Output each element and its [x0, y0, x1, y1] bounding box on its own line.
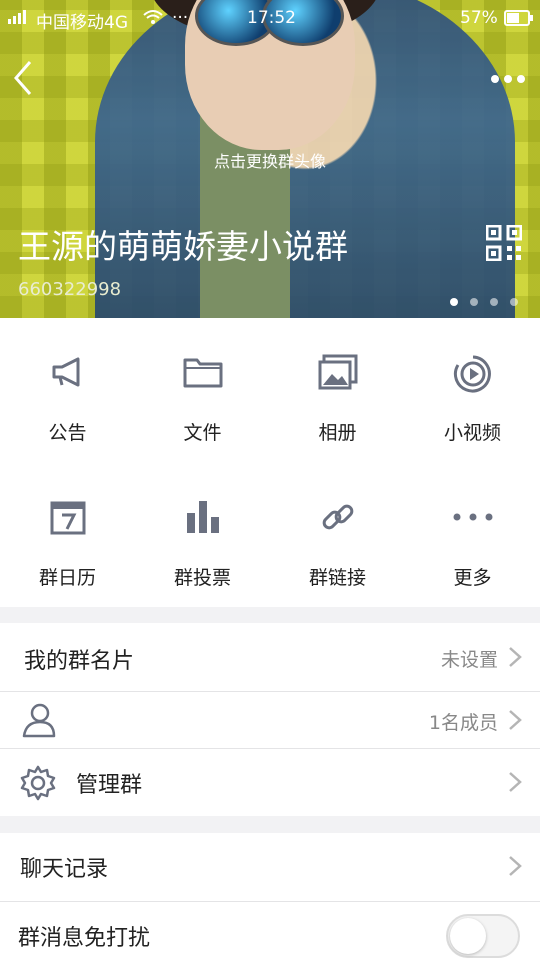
group-id: 660322998 — [18, 279, 122, 300]
group-link-button[interactable]: 群链接 — [270, 463, 405, 603]
announcement-label: 公告 — [48, 422, 87, 444]
chat-history-title: 聊天记录 — [20, 857, 109, 882]
chevron-right-icon — [509, 772, 522, 792]
more-options-button[interactable] — [490, 70, 526, 89]
group-members-row[interactable]: 1名成员 — [0, 692, 540, 748]
notification-dots-icon: ··· — [172, 8, 189, 28]
page-indicator-dot — [490, 298, 498, 306]
clock: 17:52 — [247, 8, 296, 28]
group-vote-label: 群投票 — [173, 567, 231, 589]
mute-notifications-row: 群消息免打扰 — [0, 902, 540, 960]
my-group-card-row[interactable]: 我的群名片 未设置 — [0, 623, 540, 691]
page-indicator-dot — [450, 298, 458, 306]
more-icon — [453, 513, 492, 521]
group-calendar-button[interactable]: 群日历 — [0, 463, 135, 603]
calendar-icon — [50, 501, 85, 535]
folder-icon — [183, 358, 222, 388]
manage-group-title: 管理群 — [76, 773, 143, 798]
wifi-icon — [142, 8, 164, 31]
qr-code-icon — [485, 224, 523, 262]
announcement-button[interactable]: 公告 — [0, 318, 135, 458]
members-icon — [22, 703, 56, 738]
more-label: 更多 — [453, 567, 492, 589]
mute-notifications-title: 群消息免打扰 — [18, 926, 151, 951]
my-group-card-value: 未设置 — [440, 649, 498, 671]
carrier-label: 中国移动4G — [36, 13, 128, 33]
page-indicator-dot — [510, 298, 518, 306]
group-link-label: 群链接 — [308, 567, 366, 589]
back-button[interactable] — [12, 60, 34, 100]
group-avatar-banner[interactable]: 中国移动4G ··· 17:52 57% 点击更换群头像 王源的萌萌娇妻小说群 … — [0, 0, 540, 318]
ellipsis-icon — [491, 75, 525, 83]
my-group-card-title: 我的群名片 — [24, 649, 135, 674]
member-count: 1名成员 — [428, 712, 498, 734]
page-indicator-dot — [470, 298, 478, 306]
chat-history-row[interactable]: 聊天记录 — [0, 833, 540, 901]
link-icon — [322, 504, 353, 530]
group-calendar-label: 群日历 — [38, 567, 96, 589]
chevron-right-icon — [509, 647, 522, 667]
signal-icon — [8, 8, 30, 29]
battery-icon — [504, 10, 534, 31]
files-button[interactable]: 文件 — [135, 318, 270, 458]
battery-percent: 57% — [460, 8, 498, 28]
change-avatar-hint[interactable]: 点击更换群头像 — [0, 148, 540, 172]
group-vote-button[interactable]: 群投票 — [135, 463, 270, 603]
chevron-left-icon — [14, 61, 32, 95]
manage-group-row[interactable]: 管理群 — [0, 749, 540, 816]
album-icon — [318, 354, 357, 390]
toggle-knob — [450, 918, 486, 954]
more-button[interactable]: 更多 — [405, 463, 540, 603]
bar-chart-icon — [186, 501, 219, 533]
status-bar: 中国移动4G ··· 17:52 57% — [0, 0, 540, 36]
page-indicator — [450, 291, 530, 310]
group-name: 王源的萌萌娇妻小说群 — [18, 227, 348, 266]
qr-code-button[interactable] — [485, 224, 523, 262]
short-video-label: 小视频 — [443, 422, 501, 444]
album-label: 相册 — [318, 422, 357, 444]
files-label: 文件 — [183, 422, 222, 444]
short-video-button[interactable]: 小视频 — [405, 318, 540, 458]
megaphone-icon — [52, 357, 79, 387]
gear-icon — [20, 765, 56, 801]
album-button[interactable]: 相册 — [270, 318, 405, 458]
video-icon — [453, 355, 491, 393]
chevron-right-icon — [509, 710, 522, 730]
mute-notifications-toggle[interactable] — [446, 914, 520, 958]
chevron-right-icon — [509, 856, 522, 876]
quick-actions-grid: 公告 文件 相册 小视频 群日历 群投票 群链接 更多 — [0, 318, 540, 607]
